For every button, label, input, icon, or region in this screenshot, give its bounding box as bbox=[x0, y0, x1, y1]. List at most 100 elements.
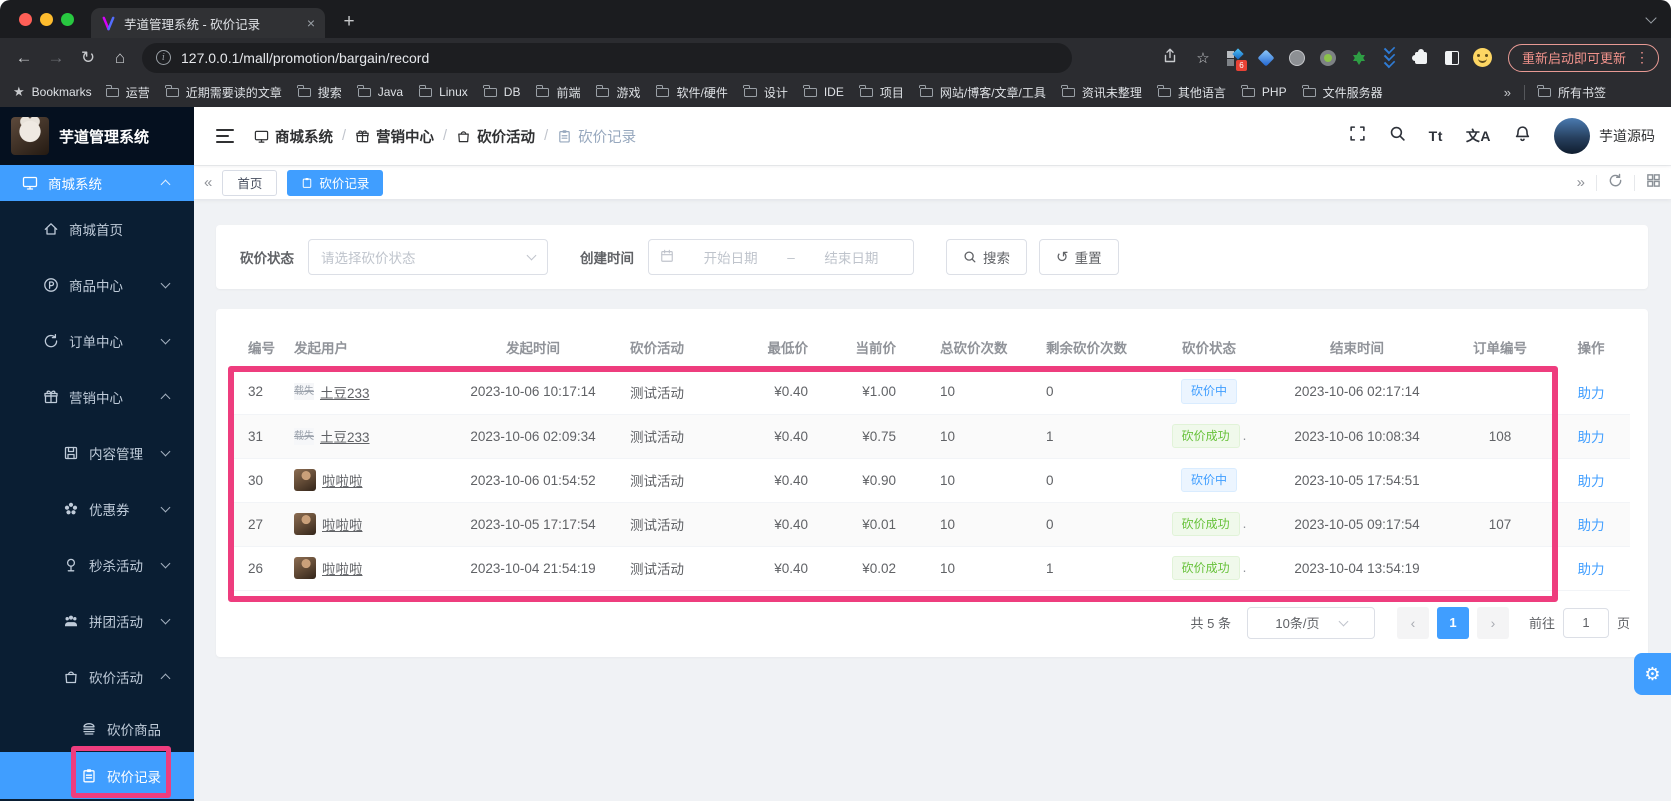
user-menu[interactable]: 芋道源码 bbox=[1554, 118, 1655, 154]
bookmarks-overflow-icon[interactable]: » bbox=[1504, 85, 1511, 100]
zoom-window-button[interactable] bbox=[61, 13, 74, 26]
sidebar-item-mall-home[interactable]: 商城首页 bbox=[0, 201, 194, 257]
settings-gear-button[interactable]: ⚙ bbox=[1634, 653, 1671, 695]
extension-mosaic-icon[interactable]: 6 bbox=[1225, 47, 1247, 71]
address-bar[interactable]: i 127.0.0.1/mall/promotion/bargain/recor… bbox=[142, 42, 1072, 73]
breadcrumb-item-mall-system[interactable]: 商城系统 bbox=[254, 126, 333, 147]
status-filter-select[interactable]: 请选择砍价状态 bbox=[308, 239, 548, 275]
bookmark-folder[interactable]: 资讯未整理 bbox=[1061, 84, 1142, 101]
assist-action-link[interactable]: 助力 bbox=[1578, 562, 1605, 577]
user-name-link[interactable]: 啦啦啦 bbox=[322, 558, 363, 578]
tags-scroll-left-icon[interactable]: « bbox=[204, 174, 212, 191]
reload-button[interactable]: ↻ bbox=[74, 44, 102, 72]
sidebar-item-groupon-activity[interactable]: 拼团活动 bbox=[0, 593, 194, 649]
sidebar-item-content-management[interactable]: 内容管理 bbox=[0, 425, 194, 481]
sidebar-item-bargain-activity[interactable]: 砍价活动 bbox=[0, 649, 194, 705]
profile-avatar-icon[interactable] bbox=[1473, 48, 1493, 68]
bookmark-folder[interactable]: IDE bbox=[803, 85, 844, 99]
end-date-placeholder: 结束日期 bbox=[824, 251, 879, 266]
bookmark-folder[interactable]: 搜索 bbox=[297, 84, 342, 101]
bookmark-folder[interactable]: PHP bbox=[1241, 85, 1287, 99]
assist-action-link[interactable]: 助力 bbox=[1578, 518, 1605, 533]
cell-status: 砍价成功. bbox=[1152, 414, 1266, 459]
sidebar-item-product-center[interactable]: 商品中心 bbox=[0, 257, 194, 313]
fullscreen-icon[interactable] bbox=[1349, 125, 1366, 147]
bookmark-folder[interactable]: 软件/硬件 bbox=[655, 84, 728, 101]
user-name-link[interactable]: 啦啦啦 bbox=[322, 470, 363, 490]
tab-close-icon[interactable]: × bbox=[307, 15, 315, 31]
bookmark-folder[interactable]: 文件服务器 bbox=[1302, 84, 1383, 101]
tab-search-chevron-icon[interactable] bbox=[1645, 12, 1657, 24]
extension-half-square-icon[interactable] bbox=[1442, 48, 1462, 68]
extension-green-dot-icon[interactable] bbox=[1318, 48, 1338, 68]
extension-layers-icon[interactable] bbox=[1380, 43, 1400, 68]
notification-bell-icon[interactable] bbox=[1514, 125, 1531, 147]
collapse-sidebar-icon[interactable] bbox=[216, 129, 234, 143]
user-name-link[interactable]: 土豆233 bbox=[320, 426, 370, 446]
close-window-button[interactable] bbox=[19, 13, 32, 26]
sidebar-item-order-center[interactable]: 订单中心 bbox=[0, 313, 194, 369]
new-tab-button[interactable]: + bbox=[335, 8, 363, 36]
extension-globe-icon[interactable] bbox=[1287, 48, 1307, 68]
bookmark-folder[interactable]: Linux bbox=[418, 85, 468, 99]
home-button[interactable]: ⌂ bbox=[106, 44, 134, 72]
reset-button[interactable]: ↺ 重置 bbox=[1039, 239, 1119, 275]
language-icon[interactable]: 文A bbox=[1466, 126, 1491, 146]
extension-gem-icon[interactable] bbox=[1256, 48, 1276, 68]
assist-action-link[interactable]: 助力 bbox=[1578, 430, 1605, 445]
bookmark-folder[interactable]: 游戏 bbox=[595, 84, 640, 101]
cell-status: 砍价中 bbox=[1152, 370, 1266, 415]
refresh-page-icon[interactable] bbox=[1608, 173, 1623, 193]
bookmarks-manager[interactable]: ★ Bookmarks bbox=[13, 84, 92, 100]
user-name-link[interactable]: 土豆233 bbox=[320, 382, 370, 402]
layout-grid-icon[interactable] bbox=[1646, 173, 1661, 193]
tags-scroll-right-icon[interactable]: » bbox=[1577, 174, 1585, 191]
search-icon[interactable] bbox=[1389, 125, 1406, 147]
bookmark-folder[interactable]: 项目 bbox=[859, 84, 904, 101]
bookmark-folder[interactable]: DB bbox=[483, 85, 520, 99]
user-name-link[interactable]: 啦啦啦 bbox=[322, 514, 363, 534]
prev-page-button[interactable]: ‹ bbox=[1396, 606, 1429, 639]
font-size-icon[interactable]: Tt bbox=[1429, 128, 1443, 144]
tag-bargain-record[interactable]: 砍价记录 bbox=[287, 169, 384, 196]
browser-menu-icon[interactable]: ⋮ bbox=[1635, 49, 1649, 66]
bookmark-folder[interactable]: 其他语言 bbox=[1157, 84, 1226, 101]
breadcrumb-item-bargain-activity[interactable]: 砍价活动 bbox=[456, 126, 535, 147]
goto-page-input[interactable]: 1 bbox=[1562, 607, 1609, 638]
next-page-button[interactable]: › bbox=[1476, 606, 1509, 639]
bookmark-folder[interactable]: 前端 bbox=[535, 84, 580, 101]
bookmark-folder[interactable]: 设计 bbox=[743, 84, 788, 101]
bookmark-folder[interactable]: 运营 bbox=[105, 84, 150, 101]
sidebar-item-marketing-center[interactable]: 营销中心 bbox=[0, 369, 194, 425]
current-page-button[interactable]: 1 bbox=[1436, 606, 1469, 639]
tag-home[interactable]: 首页 bbox=[222, 169, 278, 196]
page-size-select[interactable]: 10条/页 bbox=[1246, 606, 1375, 639]
app-logo-row: 芋道管理系统 bbox=[0, 107, 194, 165]
extensions-puzzle-icon[interactable] bbox=[1411, 48, 1431, 68]
cell-action: 助力 bbox=[1552, 370, 1630, 415]
minimize-window-button[interactable] bbox=[40, 13, 53, 26]
bookmark-folder[interactable]: 网站/博客/文章/工具 bbox=[919, 84, 1046, 101]
search-button[interactable]: 搜索 bbox=[946, 239, 1027, 275]
site-info-icon[interactable]: i bbox=[156, 50, 171, 65]
sidebar-item-mall-system[interactable]: 商城系统 bbox=[0, 165, 194, 201]
browser-tab[interactable]: 芋道管理系统 - 砍价记录 × bbox=[91, 8, 325, 38]
bookmark-star-icon[interactable]: ☆ bbox=[1192, 49, 1214, 67]
date-range-picker[interactable]: 开始日期 – 结束日期 bbox=[648, 239, 914, 275]
back-button[interactable]: ← bbox=[10, 44, 38, 72]
share-icon[interactable] bbox=[1159, 48, 1181, 68]
forward-button[interactable]: → bbox=[42, 44, 70, 72]
bookmark-folder[interactable]: 近期需要读的文章 bbox=[165, 84, 282, 101]
breadcrumb-item-marketing-center[interactable]: 营销中心 bbox=[355, 126, 434, 147]
sidebar-item-seckill-activity[interactable]: 秒杀活动 bbox=[0, 537, 194, 593]
gift-icon bbox=[43, 389, 59, 405]
bookmark-folder[interactable]: Java bbox=[357, 85, 403, 99]
sidebar-item-coupon[interactable]: 优惠券 bbox=[0, 481, 194, 537]
sidebar-item-bargain-goods[interactable]: 砍价商品 bbox=[0, 705, 194, 752]
extension-green-star-icon[interactable] bbox=[1349, 48, 1369, 68]
assist-action-link[interactable]: 助力 bbox=[1578, 474, 1605, 489]
assist-action-link[interactable]: 助力 bbox=[1578, 386, 1605, 401]
chrome-update-pill[interactable]: 重新启动即可更新 ⋮ bbox=[1507, 43, 1659, 72]
all-bookmarks[interactable]: 所有书签 bbox=[1537, 84, 1606, 101]
sidebar-item-bargain-record[interactable]: 砍价记录 bbox=[0, 752, 194, 799]
